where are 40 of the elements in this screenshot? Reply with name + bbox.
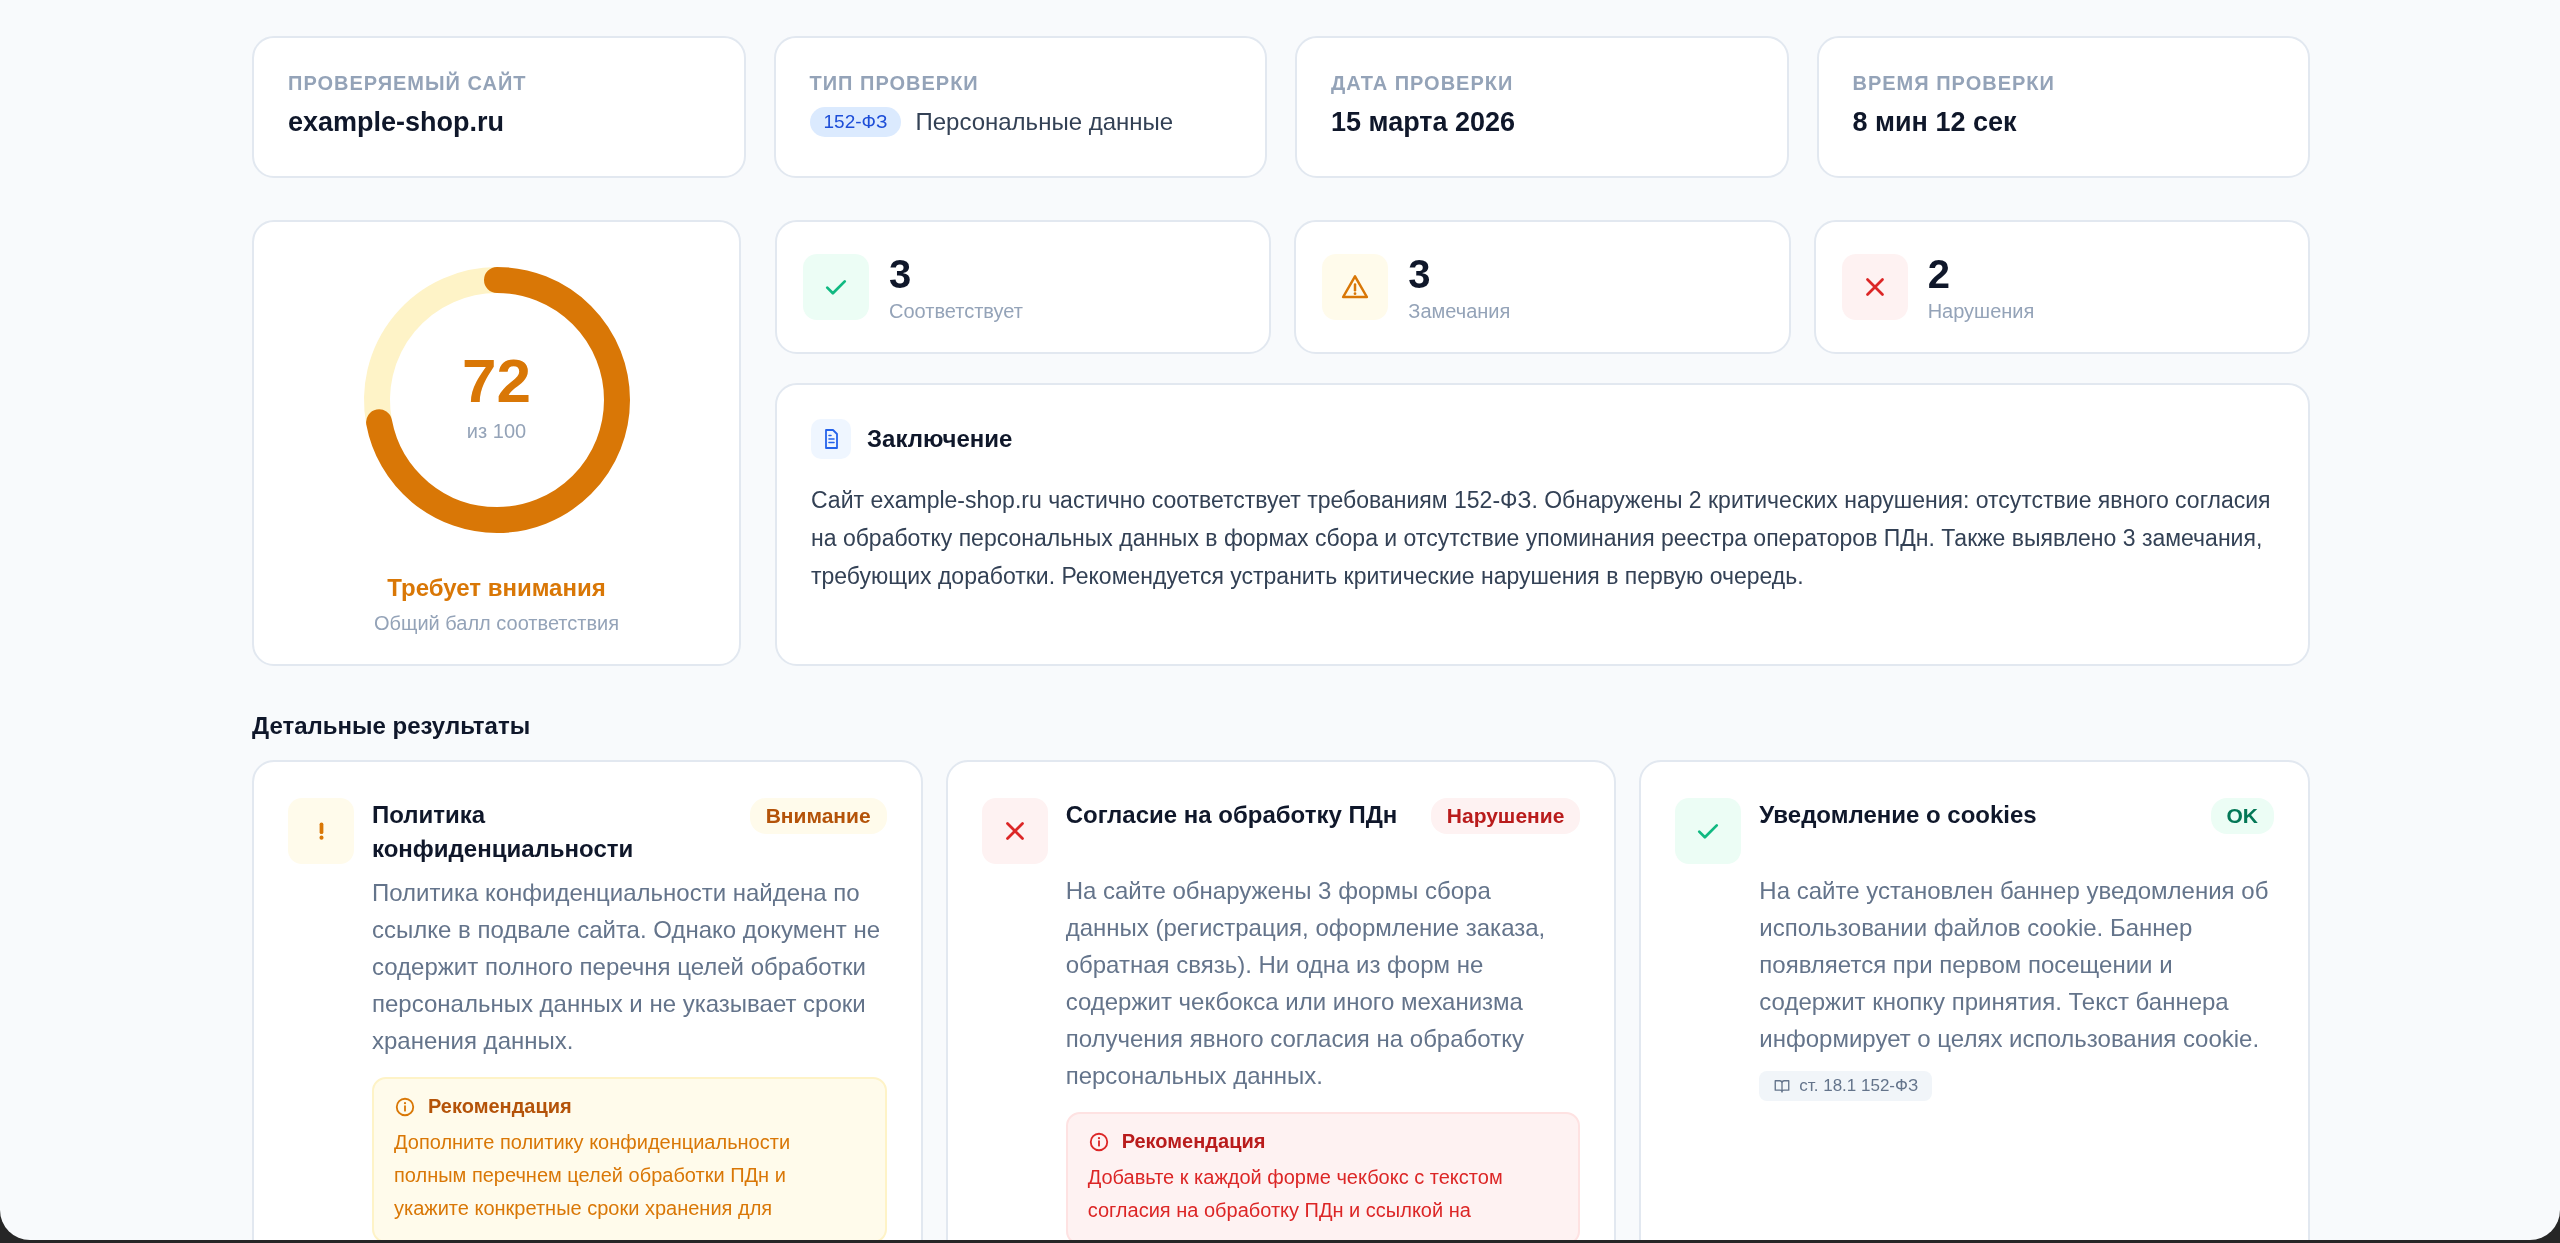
result-title: Политика конфиденциальности	[372, 800, 635, 864]
status-badge: Нарушение	[1430, 798, 1581, 834]
score-max: из 100	[466, 420, 527, 443]
section-heading: Детальные результаты	[252, 712, 532, 740]
recommendation-title: Рекомендация	[1121, 1130, 1266, 1153]
stat-count: 3	[1408, 251, 1432, 296]
field-value: Персональные данные	[915, 108, 1174, 136]
result-title: Уведомление о cookies	[1759, 800, 2038, 830]
field-value: 8 мин 12 сек	[1852, 107, 2017, 138]
field-value: 15 марта 2026	[1331, 107, 1516, 138]
field-label: ДАТА ПРОВЕРКИ	[1331, 72, 1515, 95]
stat-label: Соответствует	[889, 299, 1023, 323]
recommendation-title: Рекомендация	[428, 1095, 572, 1118]
field-label: ВРЕМЯ ПРОВЕРКИ	[1852, 72, 2056, 95]
recommendation-text: Добавьте к каждой форме чекбокс с текстом согласия на обработку ПДн и ссылкой на	[1087, 1165, 1504, 1223]
recommendation-text: Дополните политику конфиденциальности полным перечнем целей обработки ПДн и укажите конкретные сроки хранения для	[394, 1130, 792, 1221]
score-caption: Общий балл соответствия	[373, 612, 620, 635]
book-icon	[1773, 1077, 1792, 1095]
score-verdict: Требует внимания	[387, 574, 606, 602]
stat-label: Замечания	[1408, 299, 1511, 323]
status-badge: OK	[2210, 798, 2274, 834]
stat-count: 2	[1927, 251, 1951, 296]
score-value: 72	[462, 350, 531, 412]
info-icon	[1087, 1130, 1110, 1153]
conclusion-title: Заключение	[867, 425, 1013, 453]
result-text: На сайте обнаружены 3 формы сбора данных (регистрация, оформление заказа, обратная связь). Ни одна из форм не содержит чекбокса или иного механизма получения явного согласия на обработку персональных данных.	[1065, 876, 1547, 1091]
law-tag: 152-ФЗ	[809, 107, 902, 137]
stat-label: Нарушения	[1927, 299, 2035, 323]
result-text: Политика конфиденциальности найдена по ссылке в подвале сайта. Однако документ не содержит полного перечня целей обработки персональных данных и не указывает сроки хранения данных.	[372, 878, 882, 1056]
conclusion-text: Сайт example-shop.ru частично соответствует требованиям 152-ФЗ. Обнаружены 2 критических нарушения: отсутствие явного согласия на обработку персональных данных в формах сбора и отсутствие упоминания реестра операторов ПДн. Также выявлено 3 замечания, требующих доработки. Рекомендуется устранить критические нарушения в первую очередь.	[811, 486, 2272, 591]
field-label: ПРОВЕРЯЕМЫЙ САЙТ	[288, 72, 528, 95]
result-title: Согласие на обработку ПДн	[1065, 800, 1399, 830]
field-label: ТИП ПРОВЕРКИ	[809, 72, 980, 95]
exclamation-icon	[318, 822, 324, 840]
reference-text: ст. 18.1 152-ФЗ	[1799, 1076, 1919, 1096]
stat-count: 3	[889, 251, 913, 296]
status-badge: Внимание	[749, 798, 887, 834]
result-text: На сайте установлен баннер уведомления об использовании файлов cookie. Баннер появляется при первом посещении и содержит кнопку принятия. Текст баннера информирует о целях использования cookie.	[1759, 876, 2270, 1054]
info-icon	[394, 1095, 416, 1118]
field-value: example-shop.ru	[288, 107, 505, 138]
